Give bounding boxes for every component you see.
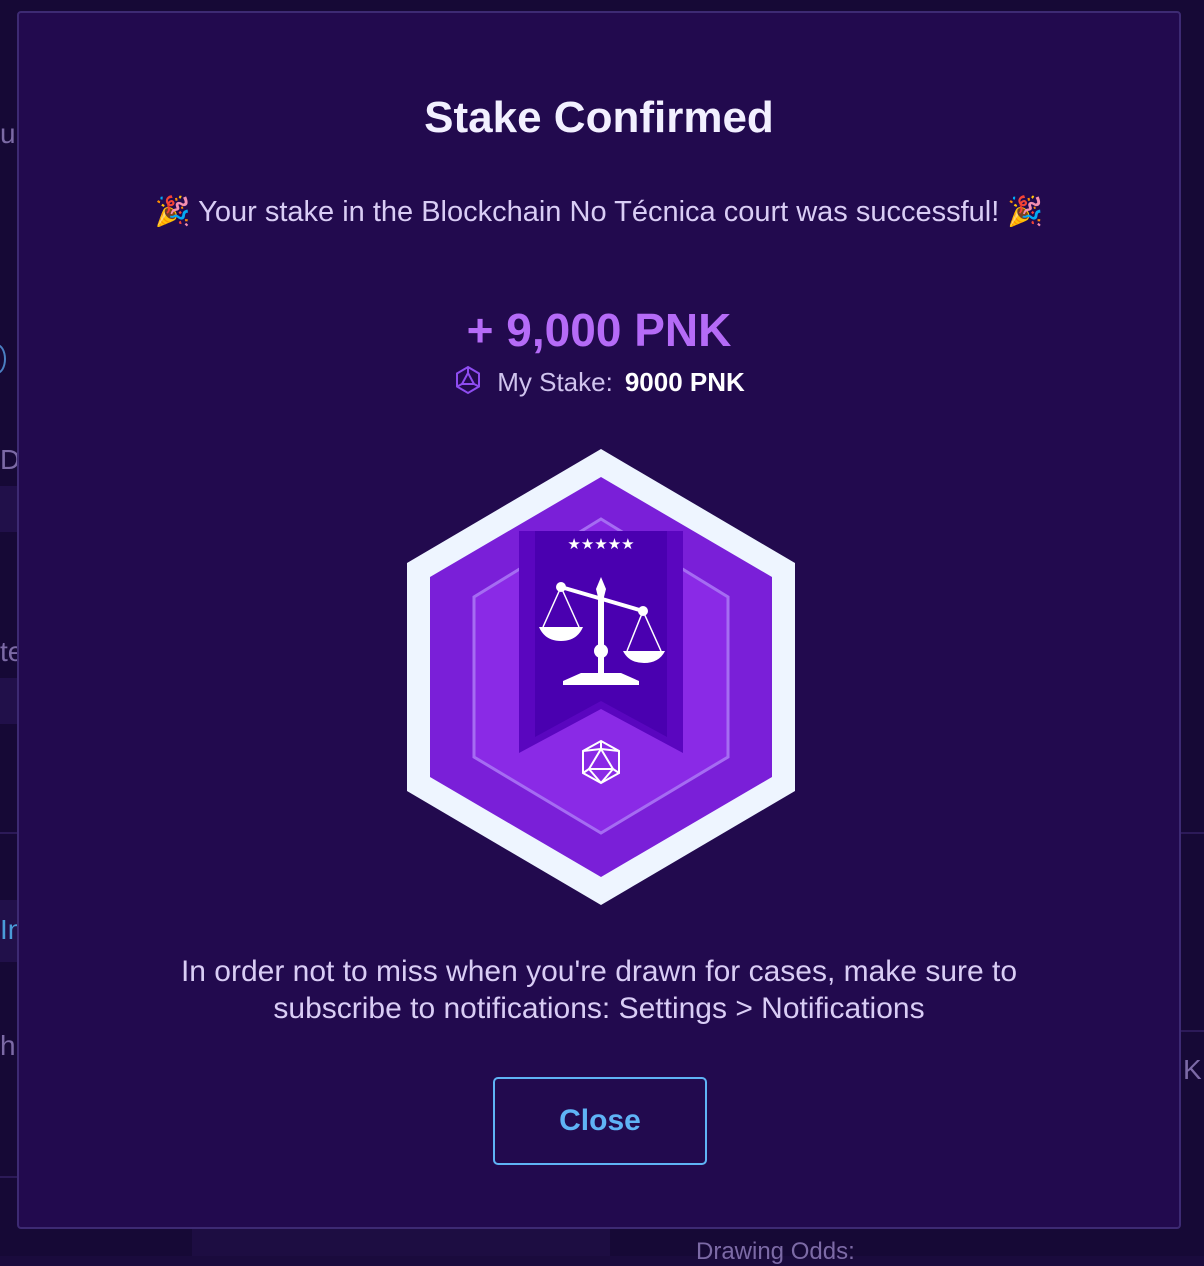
stake-confirmed-modal: Stake Confirmed 🎉 Your stake in the Bloc…: [17, 11, 1181, 1229]
bg-panel: [0, 486, 17, 532]
bg-info-icon: [0, 344, 6, 374]
close-button[interactable]: Close: [493, 1077, 707, 1165]
success-message: 🎉 Your stake in the Blockchain No Técnic…: [154, 196, 1044, 228]
my-stake-label: My Stake:: [497, 367, 613, 397]
bg-panel: [192, 1229, 610, 1256]
court-badge: ★★★★★: [405, 447, 797, 907]
notice-line: subscribe to notifications: Settings > N…: [273, 992, 925, 1025]
bg-text-fragment: K: [1183, 1054, 1202, 1085]
bg-drawing-odds-text: Drawing Odds:: [696, 1238, 855, 1265]
badge-stars: ★★★★★: [567, 535, 634, 553]
bg-panel: [0, 678, 17, 724]
notification-notice: In order not to miss when you're drawn f…: [119, 953, 1079, 1027]
my-stake-value: 9000 PNK: [624, 367, 745, 397]
bg-text-fragment: h: [0, 1030, 16, 1061]
bg-divider: [1181, 1030, 1204, 1032]
bg-divider: [1181, 832, 1204, 834]
modal-title: Stake Confirmed: [424, 93, 774, 142]
pnk-token-icon: [453, 365, 483, 402]
bg-divider: [0, 1176, 17, 1178]
bg-divider: [0, 832, 17, 834]
my-stake-row: My Stake: 9000 PNK: [19, 365, 1179, 402]
bg-text-fragment: u: [0, 118, 16, 149]
staked-amount: + 9,000 PNK: [466, 304, 732, 356]
notice-line: In order not to miss when you're drawn f…: [180, 955, 1018, 988]
